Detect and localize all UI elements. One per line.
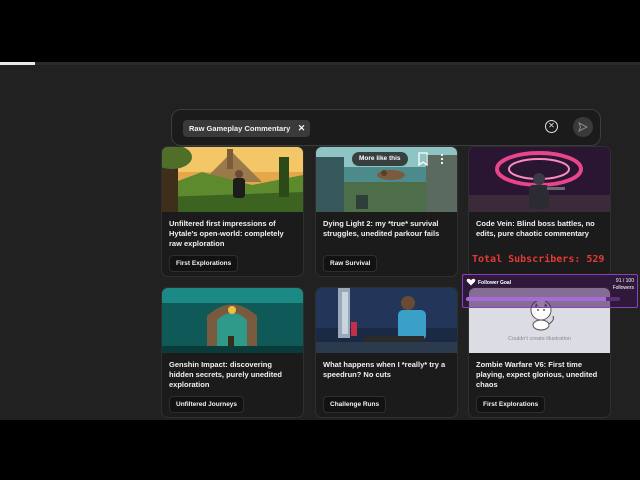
follower-count-text: 91 / 100 — [615, 278, 634, 284]
video-card[interactable]: More like this Dying Light 2: my *true* … — [315, 146, 458, 277]
video-title[interactable]: Dying Light 2: my *true* survival strugg… — [323, 219, 451, 239]
search-box[interactable]: Raw Gameplay Commentary ✕ ✕ — [171, 109, 601, 146]
top-letterbox — [0, 0, 640, 62]
video-thumbnail[interactable] — [162, 288, 303, 353]
more-like-this-button[interactable]: More like this — [352, 152, 408, 166]
video-tag[interactable]: Raw Survival — [323, 255, 378, 272]
heart-icon — [466, 278, 476, 286]
content-area: Raw Gameplay Commentary ✕ ✕ Unfiltered f… — [0, 65, 640, 420]
video-tag[interactable]: Challenge Runs — [323, 396, 387, 413]
bottom-letterbox — [0, 420, 640, 480]
follower-unit-text: Followers — [612, 285, 634, 291]
clear-circle-icon[interactable]: ✕ — [545, 120, 558, 133]
follower-goal-progress — [466, 297, 620, 301]
more-options-icon[interactable] — [438, 152, 446, 166]
video-thumbnail[interactable] — [316, 288, 457, 353]
video-thumbnail[interactable] — [162, 147, 303, 212]
bookmark-icon[interactable] — [417, 152, 429, 166]
video-tag[interactable]: Unfiltered Journeys — [169, 396, 245, 413]
video-title[interactable]: Unfiltered first impressions of Hytale's… — [169, 219, 297, 249]
follower-goal-label: Follower Goal — [478, 280, 512, 286]
video-card[interactable]: Genshin Impact: discovering hidden secre… — [161, 287, 304, 418]
total-subscribers-overlay: Total Subscribers: 529 — [472, 254, 605, 265]
close-icon[interactable]: ✕ — [298, 120, 306, 137]
video-card[interactable]: Unfiltered first impressions of Hytale's… — [161, 146, 304, 277]
video-title[interactable]: Zombie Warfare V6: First time playing, e… — [476, 360, 604, 390]
video-title[interactable]: Code Vein: Blind boss battles, no edits,… — [476, 219, 604, 239]
video-tag[interactable]: First Explorations — [169, 255, 239, 272]
send-icon — [578, 122, 588, 132]
illustration-error-text: Couldn't create illustration — [507, 336, 572, 342]
send-button[interactable] — [573, 117, 593, 137]
video-title[interactable]: What happens when I *really* try a speed… — [323, 360, 451, 380]
video-thumbnail[interactable] — [469, 147, 610, 212]
video-card[interactable]: What happens when I *really* try a speed… — [315, 287, 458, 418]
follower-goal-progress-fill — [466, 297, 607, 301]
follower-goal-widget: Follower Goal 91 / 100 Followers — [462, 274, 638, 308]
filter-chip[interactable]: Raw Gameplay Commentary ✕ — [183, 120, 311, 137]
follower-goal-count: 91 / 100 Followers — [613, 278, 634, 292]
video-title[interactable]: Genshin Impact: discovering hidden secre… — [169, 360, 297, 390]
filter-chip-label: Raw Gameplay Commentary — [189, 124, 291, 133]
video-tag[interactable]: First Explorations — [476, 396, 546, 413]
